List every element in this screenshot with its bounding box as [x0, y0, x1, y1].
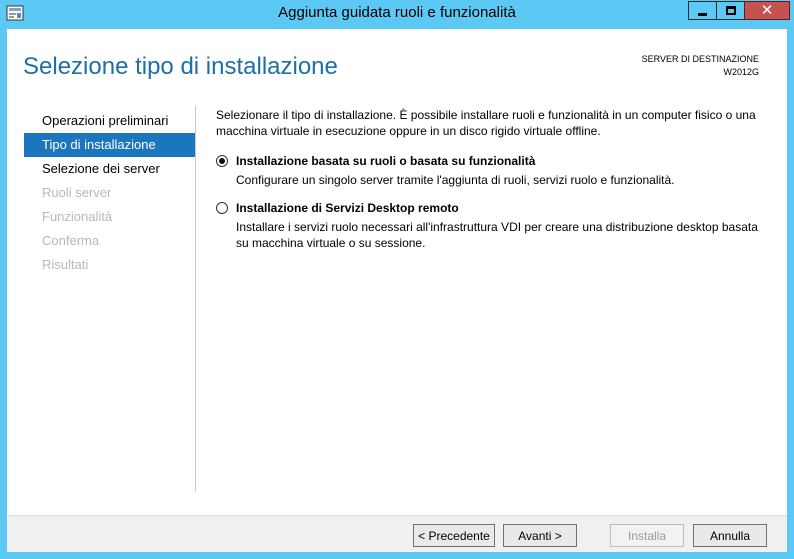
option-remote-desktop-label[interactable]: Installazione di Servizi Desktop remoto [232, 200, 772, 216]
button-bar: < Precedente Avanti > Installa Annulla [7, 515, 787, 552]
minimize-icon [698, 12, 707, 16]
radio-role-based[interactable] [216, 155, 228, 167]
maximize-button[interactable] [716, 1, 745, 20]
wizard-body: Selezione tipo di installazione SERVER D… [7, 29, 787, 552]
title-bar[interactable]: Aggiunta guidata ruoli e funzionalità ✕ [0, 0, 794, 28]
nav-item-selezione-dei-server[interactable]: Selezione dei server [24, 157, 195, 181]
option-role-based-desc: Configurare un singolo server tramite l'… [236, 173, 675, 187]
main-content: Selezionare il tipo di installazione. È … [216, 107, 772, 263]
page-title: Selezione tipo di installazione [23, 53, 338, 80]
cancel-button[interactable]: Annulla [693, 524, 767, 547]
destination-server: SERVER DI DESTINAZIONE W2012G [642, 53, 759, 79]
nav-item-funzionalita: Funzionalità [42, 209, 113, 224]
install-button: Installa [610, 524, 684, 547]
option-remote-desktop[interactable]: Installazione di Servizi Desktop remoto … [216, 200, 772, 251]
nav-item-conferma: Conferma [42, 233, 100, 248]
close-button[interactable]: ✕ [744, 1, 790, 20]
minimize-button[interactable] [688, 1, 717, 20]
next-button[interactable]: Avanti > [503, 524, 577, 547]
nav-item-tipo-di-installazione[interactable]: Tipo di installazione [24, 133, 195, 157]
nav-item-ruoli-server: Ruoli server [42, 185, 112, 200]
destination-server-name: W2012G [723, 67, 759, 77]
maximize-icon [725, 6, 736, 15]
nav-item-risultati: Risultati [42, 257, 89, 272]
option-remote-desktop-desc: Installare i servizi ruolo necessari all… [236, 220, 758, 250]
window-title: Aggiunta guidata ruoli e funzionalità [278, 4, 516, 21]
radio-remote-desktop[interactable] [216, 202, 228, 214]
nav-item-operazioni-preliminari[interactable]: Operazioni preliminari [24, 109, 195, 133]
server-manager-icon [6, 5, 24, 21]
nav-divider [195, 106, 196, 492]
previous-button[interactable]: < Precedente [413, 524, 495, 547]
wizard-steps: Operazioni preliminari Tipo di installaz… [24, 109, 195, 277]
option-role-based-label[interactable]: Installazione basata su ruoli o basata s… [232, 153, 772, 169]
intro-text: Selezionare il tipo di installazione. È … [216, 108, 756, 138]
option-role-based[interactable]: Installazione basata su ruoli o basata s… [216, 153, 772, 188]
close-icon: ✕ [760, 1, 774, 19]
destination-label: SERVER DI DESTINAZIONE [641, 54, 759, 64]
